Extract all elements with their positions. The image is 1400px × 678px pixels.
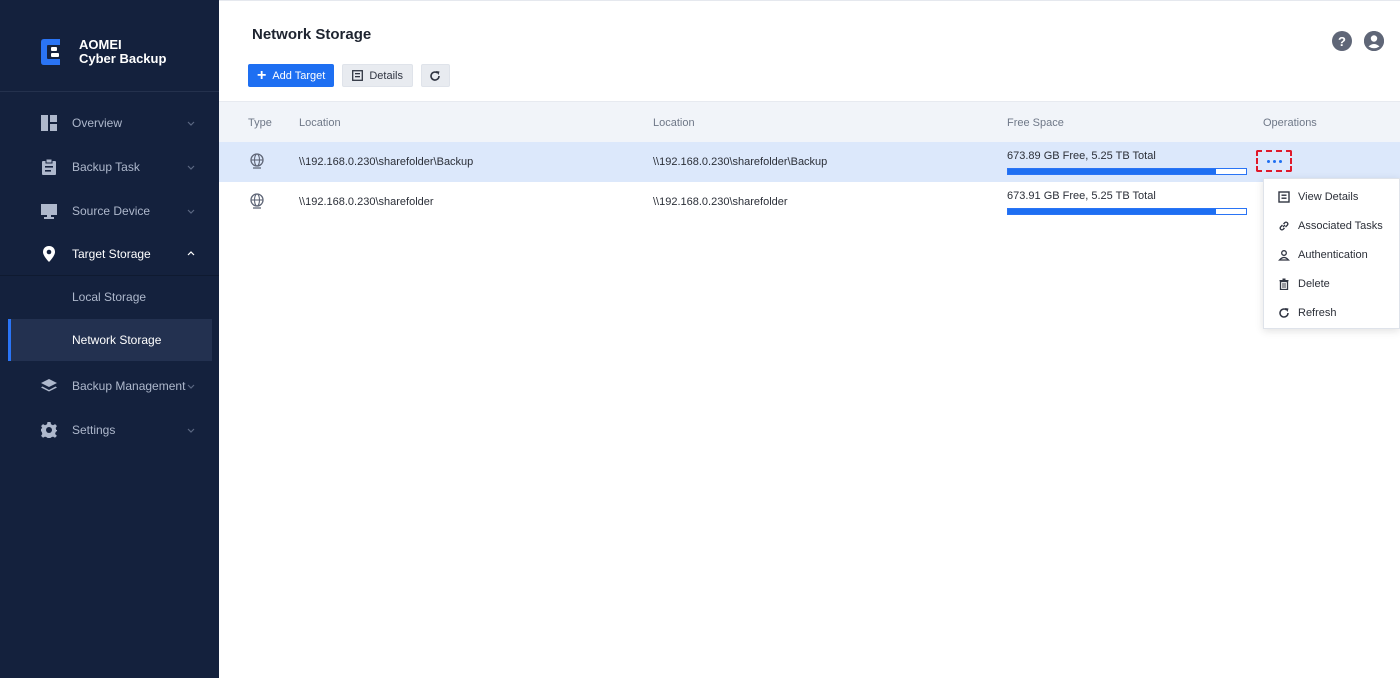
menu-item-label: Delete <box>1298 277 1330 290</box>
storage-table: Type Location Location Free Space Operat… <box>219 101 1400 222</box>
add-target-button[interactable]: + Add Target <box>248 64 335 87</box>
chevron-down-icon <box>187 384 195 389</box>
gear-icon <box>41 422 57 438</box>
menu-item-label: Associated Tasks <box>1298 219 1383 232</box>
capacity-bar <box>1007 168 1247 175</box>
sidebar-item-target-storage[interactable]: Target Storage <box>0 232 219 276</box>
column-header-free-space: Free Space <box>1007 117 1064 129</box>
menu-item-authentication[interactable]: Authentication <box>1264 240 1400 269</box>
capacity-bar <box>1007 208 1247 215</box>
menu-item-refresh[interactable]: Refresh <box>1264 298 1400 327</box>
location-cell-2: \\192.168.0.230\sharefolder\Backup <box>653 156 828 168</box>
details-icon <box>352 70 364 81</box>
capacity-bar-fill <box>1008 169 1216 174</box>
location-cell: \\192.168.0.230\sharefolder\Backup <box>299 156 474 168</box>
location-pin-icon <box>43 246 55 262</box>
sidebar-item-backup-management[interactable]: Backup Management <box>0 364 219 408</box>
column-header-location: Location <box>299 117 341 129</box>
sidebar-item-source-device[interactable]: Source Device <box>0 189 219 233</box>
main-content: Network Storage ? + Add Target Details T… <box>219 0 1400 678</box>
chevron-down-icon <box>187 165 195 170</box>
trash-icon <box>1279 278 1289 290</box>
layers-icon <box>41 379 57 392</box>
sidebar-subitem-label: Local Storage <box>72 290 147 304</box>
menu-item-label: Authentication <box>1298 248 1368 261</box>
location-cell: \\192.168.0.230\sharefolder <box>299 196 434 208</box>
top-right-icons: ? <box>1332 31 1384 51</box>
toolbar: + Add Target Details <box>248 64 450 87</box>
brand-name-line1: AOMEI <box>79 37 122 52</box>
table-row[interactable]: \\192.168.0.230\sharefolder\Backup \\192… <box>219 142 1400 182</box>
more-dot <box>1272 159 1276 163</box>
add-target-label: Add Target <box>272 69 326 82</box>
dashboard-icon <box>41 115 57 131</box>
menu-item-view-details[interactable]: View Details <box>1264 182 1400 211</box>
column-header-type: Type <box>248 117 272 129</box>
menu-item-label: Refresh <box>1298 306 1337 319</box>
menu-item-associated-tasks[interactable]: Associated Tasks <box>1264 211 1400 240</box>
table-row[interactable]: \\192.168.0.230\sharefolder \\192.168.0.… <box>219 182 1400 222</box>
sidebar-item-label: Backup Task <box>72 160 140 174</box>
chevron-down-icon <box>187 121 195 126</box>
user-icon <box>1278 249 1290 261</box>
capacity-bar-fill <box>1008 209 1216 214</box>
operations-menu: View Details Associated Tasks Authentica… <box>1263 178 1400 329</box>
refresh-icon <box>430 70 441 81</box>
chevron-down-icon <box>187 209 195 214</box>
more-dot <box>1266 159 1270 163</box>
sidebar-subitem-local-storage[interactable]: Local Storage <box>8 276 212 318</box>
column-header-operations: Operations <box>1263 117 1317 129</box>
link-icon <box>1279 221 1289 230</box>
sidebar-subitem-network-storage[interactable]: Network Storage <box>8 319 212 361</box>
more-dot <box>1278 159 1282 163</box>
details-label: Details <box>369 69 403 82</box>
page-title: Network Storage <box>252 26 372 43</box>
chevron-up-icon <box>187 251 195 256</box>
operations-more-button[interactable] <box>1256 150 1292 172</box>
sidebar-item-backup-task[interactable]: Backup Task <box>0 145 219 189</box>
sidebar-subitem-label: Network Storage <box>72 333 162 347</box>
menu-item-label: View Details <box>1298 190 1359 203</box>
sidebar-item-label: Backup Management <box>72 379 186 393</box>
plus-icon: + <box>257 66 267 84</box>
location-cell-2: \\192.168.0.230\sharefolder <box>653 196 788 208</box>
sidebar-item-overview[interactable]: Overview <box>0 101 219 145</box>
user-account-icon[interactable] <box>1364 31 1384 51</box>
sidebar-item-label: Target Storage <box>72 247 151 261</box>
refresh-button[interactable] <box>420 64 450 87</box>
brand-divider <box>0 91 219 92</box>
network-globe-icon <box>250 153 264 169</box>
table-header: Type Location Location Free Space Operat… <box>219 101 1400 142</box>
brand-name-line2: Cyber Backup <box>79 51 167 66</box>
details-button[interactable]: Details <box>342 64 413 87</box>
clipboard-icon <box>42 158 56 175</box>
menu-item-delete[interactable]: Delete <box>1264 269 1400 298</box>
chevron-down-icon <box>187 428 195 433</box>
sidebar-item-label: Overview <box>72 116 123 130</box>
network-globe-icon <box>250 193 264 209</box>
sidebar-item-label: Source Device <box>72 204 151 218</box>
sidebar: AOMEI Cyber Backup Overview Backup Task … <box>0 0 219 678</box>
sidebar-item-settings[interactable]: Settings <box>0 408 219 452</box>
refresh-icon <box>1279 307 1289 318</box>
monitor-icon <box>41 204 57 219</box>
help-icon[interactable]: ? <box>1332 31 1352 51</box>
free-space-text: 673.89 GB Free, 5.25 TB Total <box>1007 150 1156 162</box>
brand-logo-icon <box>38 36 68 68</box>
free-space-text: 673.91 GB Free, 5.25 TB Total <box>1007 190 1156 202</box>
column-header-location-2: Location <box>653 117 695 129</box>
details-icon <box>1278 190 1290 203</box>
sidebar-item-label: Settings <box>72 423 116 437</box>
brand: AOMEI Cyber Backup <box>38 36 166 68</box>
